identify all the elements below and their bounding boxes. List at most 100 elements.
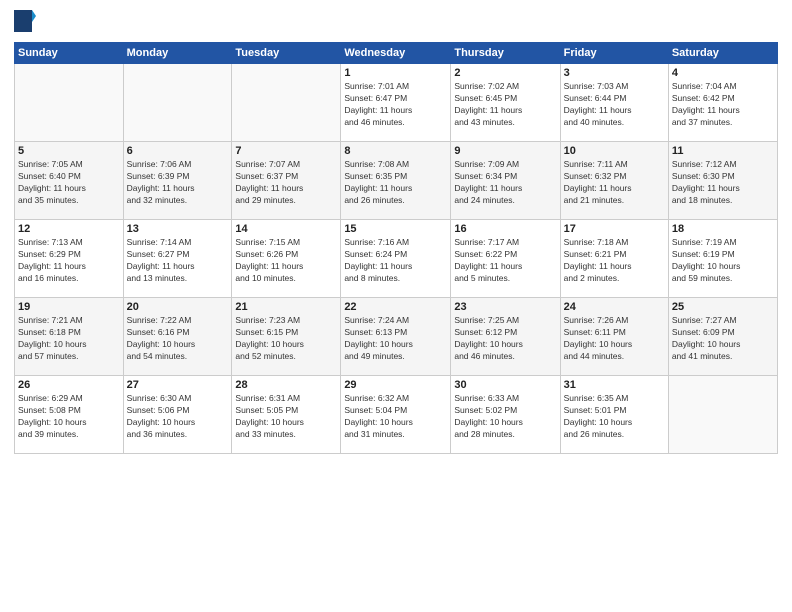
day-number: 9 (454, 145, 556, 157)
day-info: Sunrise: 7:13 AM Sunset: 6:29 PM Dayligh… (18, 237, 120, 285)
day-info: Sunrise: 7:09 AM Sunset: 6:34 PM Dayligh… (454, 159, 556, 207)
day-number: 3 (564, 67, 665, 79)
calendar-week-row: 1 Sunrise: 7:01 AM Sunset: 6:47 PM Daylig… (15, 64, 778, 142)
day-number: 8 (344, 145, 447, 157)
day-number: 25 (672, 301, 774, 313)
day-number: 7 (235, 145, 337, 157)
day-number: 1 (344, 67, 447, 79)
day-number: 5 (18, 145, 120, 157)
calendar-cell: 19 Sunrise: 7:21 AM Sunset: 6:18 PM Dayli… (15, 298, 124, 376)
day-number: 14 (235, 223, 337, 235)
day-number: 4 (672, 67, 774, 79)
col-header-wednesday: Wednesday (341, 43, 451, 64)
col-header-sunday: Sunday (15, 43, 124, 64)
calendar-table: SundayMondayTuesdayWednesdayThursdayFrid… (14, 42, 778, 454)
calendar-cell: 15 Sunrise: 7:16 AM Sunset: 6:24 PM Dayli… (341, 220, 451, 298)
calendar-cell: 17 Sunrise: 7:18 AM Sunset: 6:21 PM Dayli… (560, 220, 668, 298)
calendar-cell: 29Sunrise: 6:32 AM Sunset: 5:04 PM Dayli… (341, 376, 451, 454)
calendar-cell (123, 64, 232, 142)
calendar-week-row: 26Sunrise: 6:29 AM Sunset: 5:08 PM Dayli… (15, 376, 778, 454)
col-header-saturday: Saturday (668, 43, 777, 64)
calendar-week-row: 5 Sunrise: 7:05 AM Sunset: 6:40 PM Daylig… (15, 142, 778, 220)
calendar-cell: 4 Sunrise: 7:04 AM Sunset: 6:42 PM Daylig… (668, 64, 777, 142)
calendar-cell: 16Sunrise: 7:17 AM Sunset: 6:22 PM Dayli… (451, 220, 560, 298)
day-info: Sunrise: 6:29 AM Sunset: 5:08 PM Dayligh… (18, 393, 120, 441)
day-number: 31 (564, 379, 665, 391)
calendar-cell (15, 64, 124, 142)
day-info: Sunrise: 7:14 AM Sunset: 6:27 PM Dayligh… (127, 237, 229, 285)
day-number: 11 (672, 145, 774, 157)
day-info: Sunrise: 7:03 AM Sunset: 6:44 PM Dayligh… (564, 81, 665, 129)
logo-icon (14, 10, 36, 36)
calendar-cell: 1 Sunrise: 7:01 AM Sunset: 6:47 PM Daylig… (341, 64, 451, 142)
calendar-cell: 5 Sunrise: 7:05 AM Sunset: 6:40 PM Daylig… (15, 142, 124, 220)
calendar-week-row: 19 Sunrise: 7:21 AM Sunset: 6:18 PM Dayli… (15, 298, 778, 376)
calendar-week-row: 12 Sunrise: 7:13 AM Sunset: 6:29 PM Dayli… (15, 220, 778, 298)
day-info: Sunrise: 7:04 AM Sunset: 6:42 PM Dayligh… (672, 81, 774, 129)
day-number: 10 (564, 145, 665, 157)
calendar-cell: 10 Sunrise: 7:11 AM Sunset: 6:32 PM Dayli… (560, 142, 668, 220)
day-info: Sunrise: 7:16 AM Sunset: 6:24 PM Dayligh… (344, 237, 447, 285)
day-number: 6 (127, 145, 229, 157)
day-info: Sunrise: 7:22 AM Sunset: 6:16 PM Dayligh… (127, 315, 229, 363)
day-number: 15 (344, 223, 447, 235)
calendar-cell: 12 Sunrise: 7:13 AM Sunset: 6:29 PM Dayli… (15, 220, 124, 298)
day-info: Sunrise: 7:01 AM Sunset: 6:47 PM Dayligh… (344, 81, 447, 129)
calendar-cell: 25Sunrise: 7:27 AM Sunset: 6:09 PM Dayli… (668, 298, 777, 376)
day-info: Sunrise: 6:35 AM Sunset: 5:01 PM Dayligh… (564, 393, 665, 441)
calendar-cell: 8 Sunrise: 7:08 AM Sunset: 6:35 PM Daylig… (341, 142, 451, 220)
calendar-cell: 14 Sunrise: 7:15 AM Sunset: 6:26 PM Dayli… (232, 220, 341, 298)
day-number: 18 (672, 223, 774, 235)
day-info: Sunrise: 7:23 AM Sunset: 6:15 PM Dayligh… (235, 315, 337, 363)
calendar-cell: 24 Sunrise: 7:26 AM Sunset: 6:11 PM Dayli… (560, 298, 668, 376)
col-header-tuesday: Tuesday (232, 43, 341, 64)
calendar-cell (232, 64, 341, 142)
day-number: 19 (18, 301, 120, 313)
calendar-cell: 6 Sunrise: 7:06 AM Sunset: 6:39 PM Daylig… (123, 142, 232, 220)
calendar-cell: 31 Sunrise: 6:35 AM Sunset: 5:01 PM Dayli… (560, 376, 668, 454)
day-number: 12 (18, 223, 120, 235)
day-info: Sunrise: 7:07 AM Sunset: 6:37 PM Dayligh… (235, 159, 337, 207)
day-info: Sunrise: 6:31 AM Sunset: 5:05 PM Dayligh… (235, 393, 337, 441)
calendar-cell: 21 Sunrise: 7:23 AM Sunset: 6:15 PM Dayli… (232, 298, 341, 376)
day-info: Sunrise: 7:25 AM Sunset: 6:12 PM Dayligh… (454, 315, 556, 363)
day-number: 20 (127, 301, 229, 313)
day-number: 22 (344, 301, 447, 313)
day-info: Sunrise: 7:18 AM Sunset: 6:21 PM Dayligh… (564, 237, 665, 285)
calendar-cell: 11 Sunrise: 7:12 AM Sunset: 6:30 PM Dayli… (668, 142, 777, 220)
day-info: Sunrise: 7:12 AM Sunset: 6:30 PM Dayligh… (672, 159, 774, 207)
day-info: Sunrise: 6:30 AM Sunset: 5:06 PM Dayligh… (127, 393, 229, 441)
day-number: 23 (454, 301, 556, 313)
day-number: 21 (235, 301, 337, 313)
col-header-thursday: Thursday (451, 43, 560, 64)
calendar-cell: 30 Sunrise: 6:33 AM Sunset: 5:02 PM Dayli… (451, 376, 560, 454)
calendar-cell: 26Sunrise: 6:29 AM Sunset: 5:08 PM Dayli… (15, 376, 124, 454)
col-header-friday: Friday (560, 43, 668, 64)
day-number: 17 (564, 223, 665, 235)
day-info: Sunrise: 7:05 AM Sunset: 6:40 PM Dayligh… (18, 159, 120, 207)
day-number: 24 (564, 301, 665, 313)
day-number: 30 (454, 379, 556, 391)
day-info: Sunrise: 7:08 AM Sunset: 6:35 PM Dayligh… (344, 159, 447, 207)
day-info: Sunrise: 7:15 AM Sunset: 6:26 PM Dayligh… (235, 237, 337, 285)
day-info: Sunrise: 7:19 AM Sunset: 6:19 PM Dayligh… (672, 237, 774, 285)
day-info: Sunrise: 7:06 AM Sunset: 6:39 PM Dayligh… (127, 159, 229, 207)
day-info: Sunrise: 6:33 AM Sunset: 5:02 PM Dayligh… (454, 393, 556, 441)
calendar-cell: 20 Sunrise: 7:22 AM Sunset: 6:16 PM Dayli… (123, 298, 232, 376)
calendar-cell: 2Sunrise: 7:02 AM Sunset: 6:45 PM Daylig… (451, 64, 560, 142)
day-info: Sunrise: 7:21 AM Sunset: 6:18 PM Dayligh… (18, 315, 120, 363)
calendar-cell: 18 Sunrise: 7:19 AM Sunset: 6:19 PM Dayli… (668, 220, 777, 298)
day-number: 28 (235, 379, 337, 391)
calendar-cell: 22Sunrise: 7:24 AM Sunset: 6:13 PM Dayli… (341, 298, 451, 376)
day-info: Sunrise: 7:11 AM Sunset: 6:32 PM Dayligh… (564, 159, 665, 207)
calendar-cell (668, 376, 777, 454)
day-number: 13 (127, 223, 229, 235)
page: SundayMondayTuesdayWednesdayThursdayFrid… (0, 0, 792, 612)
day-info: Sunrise: 7:26 AM Sunset: 6:11 PM Dayligh… (564, 315, 665, 363)
day-number: 2 (454, 67, 556, 79)
col-header-monday: Monday (123, 43, 232, 64)
day-info: Sunrise: 6:32 AM Sunset: 5:04 PM Dayligh… (344, 393, 447, 441)
day-number: 16 (454, 223, 556, 235)
calendar-cell: 13 Sunrise: 7:14 AM Sunset: 6:27 PM Dayli… (123, 220, 232, 298)
calendar-header-row: SundayMondayTuesdayWednesdayThursdayFrid… (15, 43, 778, 64)
